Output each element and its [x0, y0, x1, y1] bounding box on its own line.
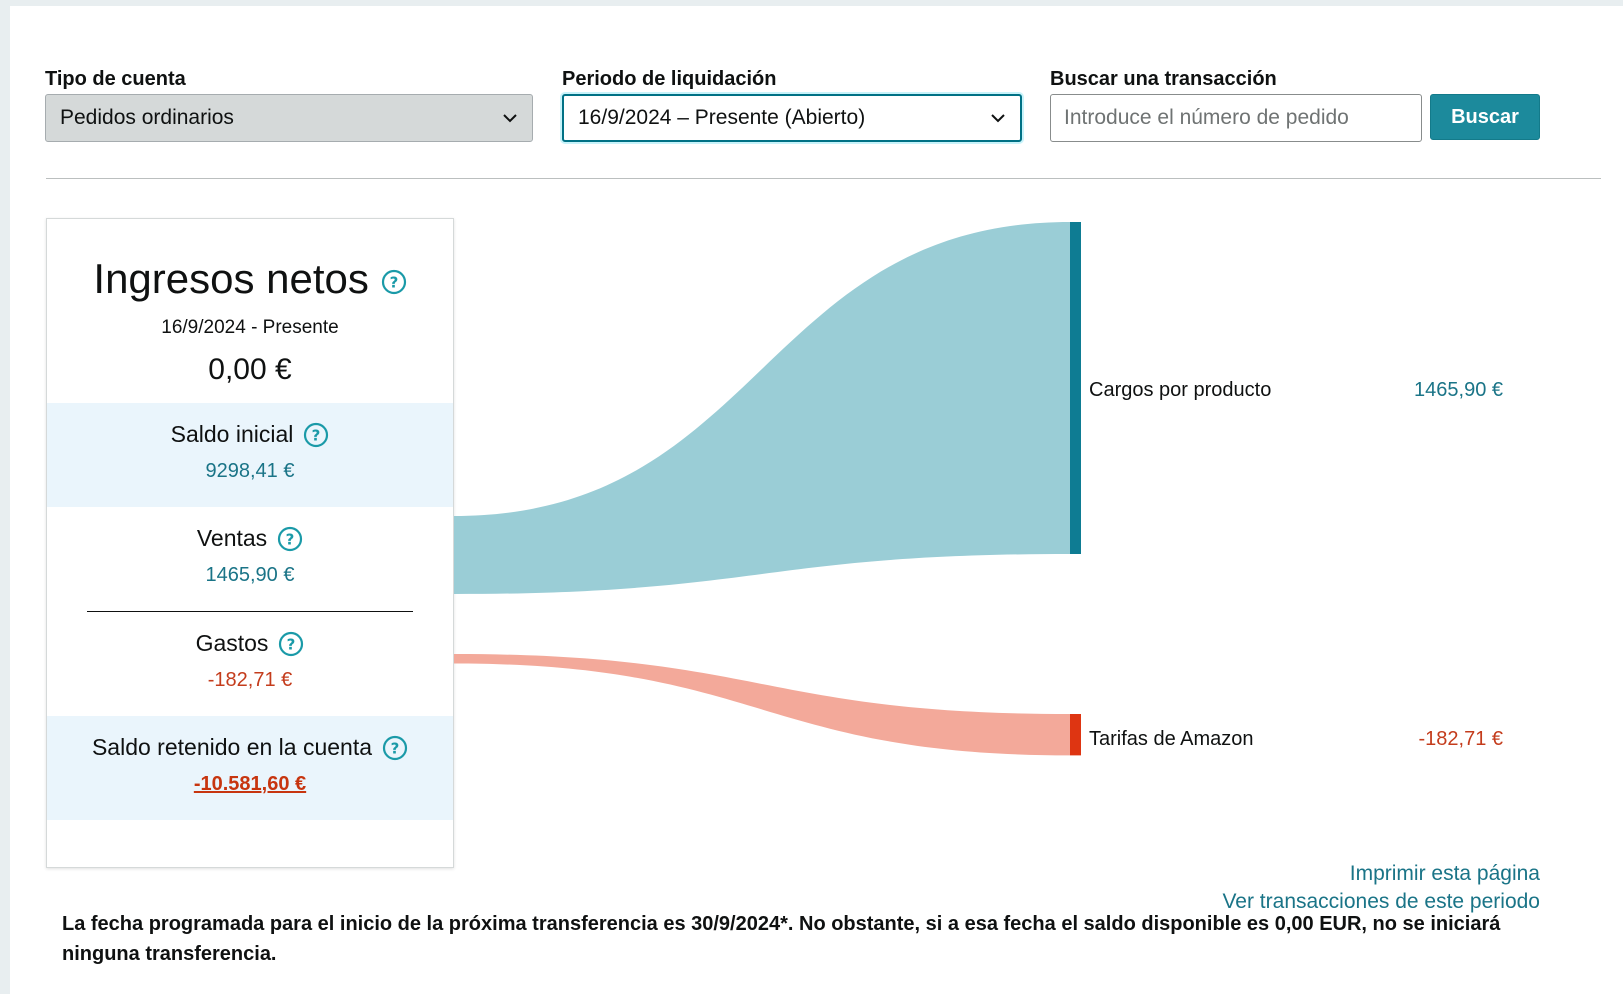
node-label-amazon-fees: Tarifas de Amazon: [1089, 728, 1254, 750]
net-income-total: 0,00 €: [208, 353, 292, 386]
account-type-select[interactable]: Pedidos ordinarios: [45, 94, 533, 142]
net-income-sankey-chart: [454, 222, 1081, 756]
settlement-period-select[interactable]: 16/9/2024 – Presente (Abierto): [562, 94, 1022, 142]
page: Tipo de cuenta Pedidos ordinarios Period…: [10, 6, 1623, 994]
svg-text:?: ?: [287, 635, 296, 653]
net-income-date-range: 16/9/2024 - Presente: [161, 317, 339, 338]
node-value-amazon-fees: -182,71 €: [1418, 728, 1503, 750]
account-type-label: Tipo de cuenta: [45, 68, 186, 90]
held-balance-label: Saldo retenido en la cuenta: [91, 734, 373, 760]
net-income-title-text: Ingresos netos: [93, 255, 369, 302]
held-balance-value[interactable]: -10.581,60 €: [47, 773, 453, 796]
node-bar-amazon-fees: [1070, 714, 1081, 756]
help-icon[interactable]: ?: [382, 735, 408, 761]
svg-text:?: ?: [286, 530, 295, 548]
sales-value: 1465,90 €: [205, 564, 295, 586]
account-type-value: Pedidos ordinarios: [60, 106, 234, 129]
help-icon[interactable]: ?: [381, 269, 407, 295]
settlement-period-label: Periodo de liquidación: [562, 68, 777, 90]
opening-balance-label: Saldo inicial: [170, 421, 294, 447]
help-icon[interactable]: ?: [278, 631, 304, 657]
search-button[interactable]: Buscar: [1430, 94, 1540, 140]
section-divider: [46, 178, 1601, 179]
settlement-period-value: 16/9/2024 – Presente (Abierto): [578, 106, 866, 129]
search-input[interactable]: Introduce el número de pedido: [1050, 94, 1422, 142]
node-label-product-charges: Cargos por producto: [1089, 379, 1272, 401]
net-income-card: Ingresos netos ? 16/9/2024 - Presente 0,…: [46, 218, 454, 868]
expenses-label: Gastos: [195, 630, 269, 656]
flow-amazon-fees: [454, 654, 1070, 756]
svg-text:?: ?: [391, 739, 400, 757]
chevron-down-icon: [991, 114, 1005, 123]
chevron-down-icon: [503, 114, 517, 123]
opening-balance-block: Saldo inicial ? 9298,41 €: [47, 403, 453, 507]
flow-product-charges: [454, 222, 1070, 595]
sales-block: Ventas ? 1465,90 €: [47, 507, 453, 611]
help-icon[interactable]: ?: [303, 422, 329, 448]
svg-text:?: ?: [312, 426, 321, 444]
print-page-link[interactable]: Imprimir esta página: [1190, 862, 1540, 886]
help-icon[interactable]: ?: [277, 526, 303, 552]
search-label: Buscar una transacción: [1050, 68, 1277, 90]
held-balance-block: Saldo retenido en la cuenta ? -10.581,60…: [47, 716, 453, 820]
expenses-value: -182,71 €: [207, 669, 293, 691]
expenses-block: Gastos ? -182,71 €: [47, 612, 453, 716]
transfer-notice: La fecha programada para el inicio de la…: [62, 913, 1501, 965]
node-value-product-charges: 1465,90 €: [1414, 379, 1503, 401]
opening-balance-value: 9298,41 €: [205, 460, 295, 482]
sales-label: Ventas: [196, 525, 268, 551]
net-income-title: Ingresos netos ?: [47, 255, 453, 303]
svg-text:?: ?: [389, 274, 398, 292]
node-bar-product-charges: [1070, 222, 1081, 554]
